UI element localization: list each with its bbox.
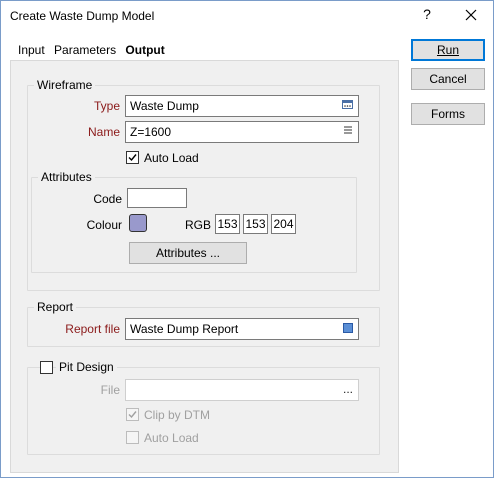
pit-file-browse-button[interactable]: ... xyxy=(340,383,356,396)
type-label: Type xyxy=(93,99,120,113)
rgb-red-field[interactable]: 153 xyxy=(215,214,240,234)
pit-file-field[interactable] xyxy=(125,379,359,401)
report-file-field[interactable]: Waste Dump Report xyxy=(125,318,359,340)
output-panel: Wireframe Type Waste Dump Name Z=1600 Au… xyxy=(10,60,399,473)
close-icon xyxy=(465,9,477,21)
attributes-group-title: Attributes xyxy=(38,170,95,184)
cancel-button[interactable]: Cancel xyxy=(411,68,485,90)
attributes-button-label: Attributes ... xyxy=(155,246,221,260)
report-file-icon[interactable] xyxy=(343,323,353,333)
name-value: Z=1600 xyxy=(130,125,172,139)
clip-by-dtm-label: Clip by DTM xyxy=(144,408,211,422)
pit-auto-load-checkbox[interactable] xyxy=(126,431,139,444)
rgb-blue-field[interactable]: 204 xyxy=(271,214,296,234)
cancel-button-label: Cancel xyxy=(429,72,467,86)
type-field[interactable]: Waste Dump xyxy=(125,95,359,117)
tab-input[interactable]: Input xyxy=(18,43,45,57)
tab-parameters[interactable]: Parameters xyxy=(54,43,116,57)
attributes-group: Attributes Code Colour RGB 153 153 204 A… xyxy=(31,170,357,273)
check-icon xyxy=(128,411,137,419)
pit-auto-load-label: Auto Load xyxy=(144,431,199,445)
auto-load-label: Auto Load xyxy=(144,151,199,165)
report-file-value: Waste Dump Report xyxy=(130,322,239,336)
report-group: Report Report file Waste Dump Report xyxy=(27,300,380,347)
close-button[interactable] xyxy=(459,5,483,27)
attributes-button[interactable]: Attributes ... xyxy=(129,242,247,264)
check-icon xyxy=(128,154,137,162)
forms-button[interactable]: Forms xyxy=(411,103,485,125)
dialog-window: Create Waste Dump Model ? Input Paramete… xyxy=(0,0,494,478)
name-field[interactable]: Z=1600 xyxy=(125,121,359,143)
report-group-title: Report xyxy=(34,300,77,314)
help-button[interactable]: ? xyxy=(419,6,435,26)
pit-file-label: File xyxy=(100,383,120,397)
clip-by-dtm-checkbox[interactable] xyxy=(126,408,139,421)
tab-bar: Input Parameters Output xyxy=(18,43,171,57)
run-button[interactable]: Run xyxy=(411,39,485,61)
auto-load-checkbox[interactable] xyxy=(126,151,139,164)
title-bar: Create Waste Dump Model ? xyxy=(1,1,493,31)
forms-button-label: Forms xyxy=(431,107,465,121)
pit-design-group-title: Pit Design xyxy=(56,360,117,374)
list-icon[interactable] xyxy=(344,126,356,138)
window-title: Create Waste Dump Model xyxy=(10,9,155,23)
browse-icon[interactable] xyxy=(342,100,353,109)
wireframe-group: Wireframe Type Waste Dump Name Z=1600 Au… xyxy=(27,78,380,291)
tab-output[interactable]: Output xyxy=(125,43,164,57)
wireframe-group-title: Wireframe xyxy=(34,78,96,92)
colour-label: Colour xyxy=(86,218,122,232)
report-file-label: Report file xyxy=(65,322,120,336)
code-field[interactable] xyxy=(127,188,187,208)
type-value: Waste Dump xyxy=(130,99,199,113)
rgb-label: RGB xyxy=(185,218,212,232)
pit-design-checkbox[interactable] xyxy=(40,361,53,374)
name-label: Name xyxy=(87,125,120,139)
code-label: Code xyxy=(93,192,122,206)
pit-design-group: Pit Design File ... Clip by DTM Auto Loa… xyxy=(27,360,380,455)
colour-swatch[interactable] xyxy=(129,214,147,232)
run-button-label: Run xyxy=(436,43,459,57)
rgb-green-field[interactable]: 153 xyxy=(243,214,268,234)
